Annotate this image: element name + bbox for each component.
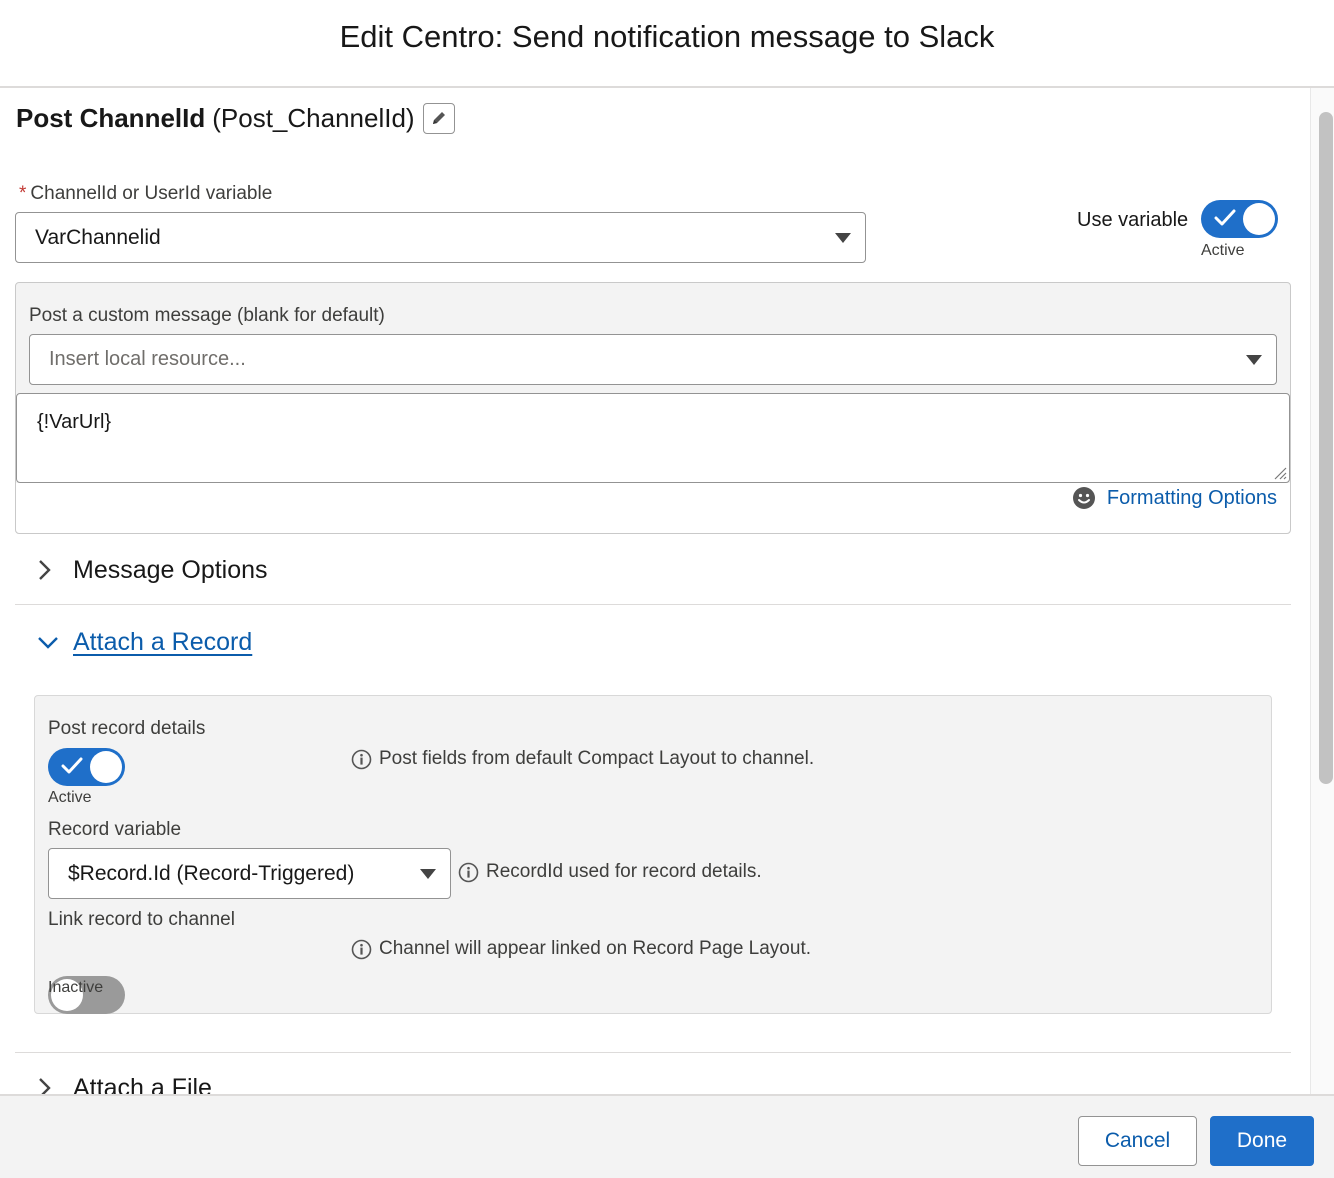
attach-record-panel: Post record details Active Post fields f… [34,695,1272,1014]
custom-message-panel: Post a custom message (blank for default… [15,282,1291,534]
modal-header: Edit Centro: Send notification message t… [0,0,1334,88]
post-details-status: Active [48,789,92,806]
post-details-info: Post fields from default Compact Layout … [351,748,814,770]
action-label: Post ChannelId [16,102,206,133]
chevron-down-icon [1246,354,1262,365]
channel-field-label: * ChannelId or UserId variable [19,183,273,204]
action-api-name: (Post_ChannelId) [212,102,415,133]
message-panel-footer: Formatting Options [16,483,1290,533]
use-variable-toggle[interactable] [1201,200,1278,238]
section-message-options[interactable]: Message Options [15,550,268,590]
channel-select[interactable]: VarChannelid [15,212,866,263]
resource-placeholder: Insert local resource... [49,348,246,370]
section-label: Message Options [73,555,268,584]
resource-picker[interactable]: Insert local resource... [29,334,1277,385]
section-label: Attach a File [73,1073,212,1095]
scrollbar-thumb[interactable] [1319,112,1333,784]
section-divider [15,604,1291,605]
section-attach-record[interactable]: Attach a Record [15,622,252,662]
chevron-right-icon [15,559,73,581]
channel-select-value: VarChannelid [35,225,161,249]
modal-footer: Cancel Done [0,1094,1334,1178]
link-channel-label: Link record to channel [48,909,235,930]
post-details-label: Post record details [48,718,206,739]
message-textarea[interactable]: {!VarUrl} [16,393,1290,483]
edit-action-button[interactable] [422,102,455,134]
cancel-button[interactable]: Cancel [1078,1116,1197,1166]
toggle-knob [1243,203,1275,235]
section-attach-file[interactable]: Attach a File [15,1068,212,1094]
resize-handle-icon[interactable] [1273,466,1287,480]
record-variable-info: RecordId used for record details. [458,861,762,883]
smiley-icon [1072,487,1095,509]
toggle-knob [90,751,122,783]
record-variable-label: Record variable [48,819,182,840]
info-icon [458,862,479,882]
scrollbar[interactable] [1310,88,1334,1094]
use-variable-label: Use variable [1077,209,1189,231]
section-label: Attach a Record [73,627,253,656]
info-icon [351,749,372,769]
pencil-icon [432,112,445,124]
chevron-right-icon [15,1077,73,1094]
action-title: Post ChannelId (Post_ChannelId) [16,100,455,136]
custom-message-label: Post a custom message (blank for default… [29,305,385,326]
chevron-down-icon [835,232,851,243]
required-marker: * [19,183,27,204]
done-button[interactable]: Done [1210,1116,1314,1166]
record-variable-value: $Record.Id (Record-Triggered) [68,861,355,885]
link-channel-status: Inactive [48,979,104,996]
section-divider [15,1052,1291,1053]
link-channel-info: Channel will appear linked on Record Pag… [351,938,811,960]
modal-title: Edit Centro: Send notification message t… [339,19,995,54]
formatting-options-link[interactable]: Formatting Options [1072,486,1277,510]
use-variable-status: Active [1201,242,1245,259]
check-icon [1214,209,1236,226]
post-details-toggle[interactable] [48,748,125,786]
chevron-down-icon [15,635,73,649]
message-text: {!VarUrl} [37,411,112,433]
modal-body[interactable]: Post ChannelId (Post_ChannelId) * Channel… [0,88,1334,1094]
check-icon [61,757,83,774]
record-variable-select[interactable]: $Record.Id (Record-Triggered) [48,848,451,899]
info-icon [351,939,372,959]
chevron-down-icon [420,868,436,879]
